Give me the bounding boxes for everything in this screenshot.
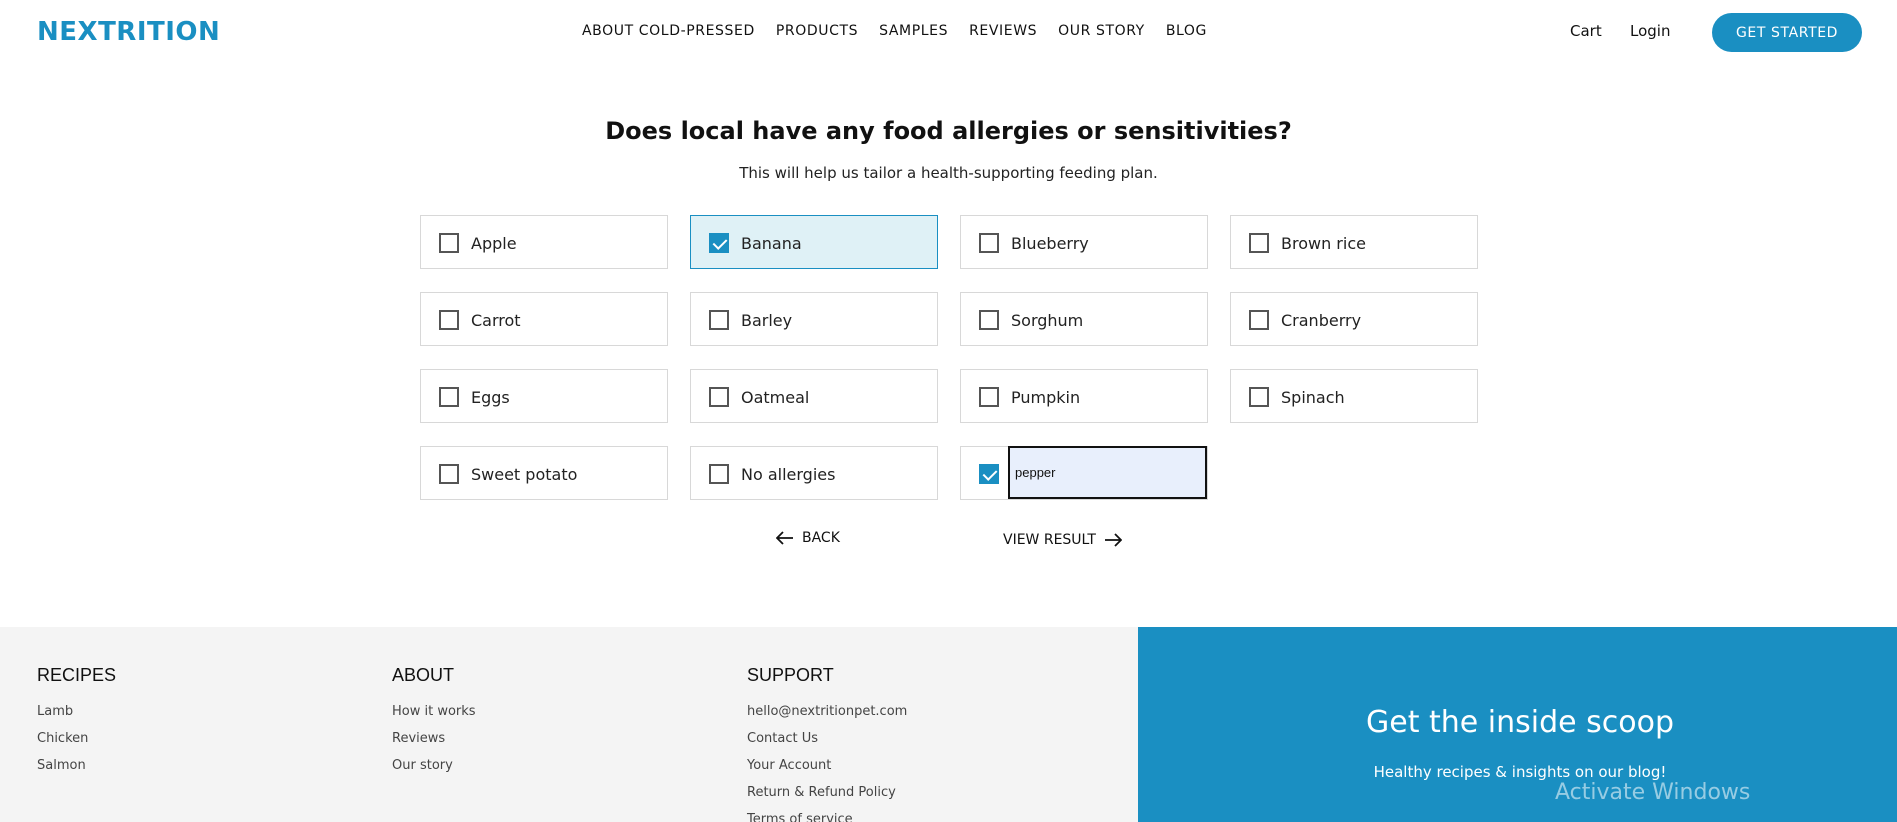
nav-about-cold-pressed[interactable]: ABOUT COLD-PRESSED: [582, 23, 755, 39]
footer-link-how-it-works[interactable]: How it works: [392, 698, 476, 725]
option-label: Sorghum: [1011, 311, 1084, 330]
allergy-option[interactable]: Brown rice: [1230, 215, 1478, 269]
option-checkbox[interactable]: [439, 464, 459, 484]
allergy-option[interactable]: Eggs: [420, 369, 668, 423]
option-checkbox[interactable]: [1249, 310, 1269, 330]
allergy-option[interactable]: Banana: [690, 215, 938, 269]
option-checkbox[interactable]: [1249, 387, 1269, 407]
question-title: Does local have any food allergies or se…: [605, 117, 1292, 145]
option-label: Spinach: [1281, 388, 1345, 407]
option-checkbox[interactable]: [979, 387, 999, 407]
footer-recipes: RECIPES Lamb Chicken Salmon: [37, 665, 116, 779]
footer-about: ABOUT How it works Reviews Our story: [392, 665, 476, 779]
nav-products[interactable]: PRODUCTS: [776, 23, 858, 39]
option-checkbox[interactable]: [709, 233, 729, 253]
footer-recipes-title: RECIPES: [37, 665, 117, 685]
nav-our-story[interactable]: OUR STORY: [1058, 23, 1145, 39]
option-checkbox[interactable]: [709, 387, 729, 407]
login-link[interactable]: Login: [1630, 22, 1670, 40]
footer-about-title: ABOUT: [392, 665, 455, 685]
question-subtitle: This will help us tailor a health-suppor…: [739, 164, 1158, 182]
footer-link-account[interactable]: Your Account: [747, 752, 907, 779]
brand-logo[interactable]: NEXTRITION: [37, 17, 220, 47]
back-label: BACK: [802, 530, 840, 546]
option-label: Pumpkin: [1011, 388, 1081, 407]
allergy-option[interactable]: Blueberry: [960, 215, 1208, 269]
option-label: Banana: [741, 234, 802, 253]
option-checkbox[interactable]: [439, 233, 459, 253]
activate-windows-watermark: Activate Windows: [1555, 780, 1751, 805]
footer-link-our-story[interactable]: Our story: [392, 752, 476, 779]
nav-blog[interactable]: BLOG: [1166, 23, 1207, 39]
option-label: No allergies: [741, 465, 836, 484]
allergy-option[interactable]: Pumpkin: [960, 369, 1208, 423]
option-label: Cranberry: [1281, 311, 1362, 330]
arrow-right-icon: [1104, 533, 1122, 547]
get-started-button[interactable]: GET STARTED: [1712, 13, 1862, 52]
footer-link-contact[interactable]: Contact Us: [747, 725, 907, 752]
allergy-option[interactable]: Spinach: [1230, 369, 1478, 423]
option-label: Apple: [471, 234, 517, 253]
allergy-option[interactable]: Sorghum: [960, 292, 1208, 346]
option-label: Carrot: [471, 311, 521, 330]
footer-link-lamb[interactable]: Lamb: [37, 698, 116, 725]
option-label: Barley: [741, 311, 793, 330]
footer-link-email[interactable]: hello@nextritionpet.com: [747, 698, 907, 725]
nav-reviews[interactable]: REVIEWS: [969, 23, 1037, 39]
footer-support: SUPPORT hello@nextritionpet.com Contact …: [747, 665, 907, 822]
view-result-label: VIEW RESULT: [1003, 532, 1096, 548]
footer-link-refund[interactable]: Return & Refund Policy: [747, 779, 907, 806]
back-button[interactable]: BACK: [776, 530, 840, 546]
option-checkbox[interactable]: [1249, 233, 1269, 253]
option-checkbox[interactable]: [709, 464, 729, 484]
option-label: Oatmeal: [741, 388, 810, 407]
option-checkbox[interactable]: [439, 310, 459, 330]
site-header: NEXTRITION ABOUT COLD-PRESSED PRODUCTS S…: [0, 0, 1897, 64]
allergy-option[interactable]: Barley: [690, 292, 938, 346]
footer-link-chicken[interactable]: Chicken: [37, 725, 116, 752]
allergy-option[interactable]: Oatmeal: [690, 369, 938, 423]
newsletter-title: Get the inside scoop: [1366, 705, 1674, 740]
allergy-option[interactable]: Sweet potato: [420, 446, 668, 500]
footer-link-terms[interactable]: Terms of service: [747, 806, 907, 822]
footer-support-title: SUPPORT: [747, 665, 834, 685]
option-checkbox[interactable]: [439, 387, 459, 407]
option-label: Eggs: [471, 388, 510, 407]
option-label: Sweet potato: [471, 465, 578, 484]
cart-link[interactable]: Cart: [1570, 22, 1602, 40]
view-result-button[interactable]: VIEW RESULT: [1003, 532, 1122, 548]
newsletter-panel: Get the inside scoop Healthy recipes & i…: [1138, 627, 1897, 822]
option-label: Brown rice: [1281, 234, 1366, 253]
option-checkbox[interactable]: [979, 233, 999, 253]
site-footer: RECIPES Lamb Chicken Salmon ABOUT How it…: [0, 627, 1138, 822]
footer-link-reviews[interactable]: Reviews: [392, 725, 476, 752]
newsletter-subtitle: Healthy recipes & insights on our blog!: [1373, 763, 1667, 781]
arrow-left-icon: [776, 531, 793, 545]
other-checkbox[interactable]: [979, 464, 999, 484]
option-label: Blueberry: [1011, 234, 1089, 253]
option-checkbox[interactable]: [979, 310, 999, 330]
nav-samples[interactable]: SAMPLES: [879, 23, 948, 39]
other-allergy-input[interactable]: [1008, 446, 1207, 499]
allergy-option[interactable]: No allergies: [690, 446, 938, 500]
main-nav: ABOUT COLD-PRESSED PRODUCTS SAMPLES REVI…: [582, 23, 1207, 39]
allergy-option[interactable]: Cranberry: [1230, 292, 1478, 346]
footer-link-salmon[interactable]: Salmon: [37, 752, 116, 779]
allergy-option[interactable]: Apple: [420, 215, 668, 269]
allergy-option[interactable]: Carrot: [420, 292, 668, 346]
option-checkbox[interactable]: [709, 310, 729, 330]
